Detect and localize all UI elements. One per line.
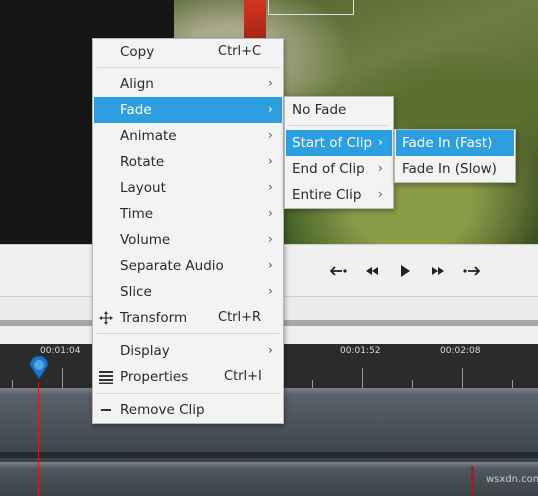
jump-start-button[interactable] [326,259,350,283]
jump-end-icon [463,266,481,276]
submenu-arrow-icon: › [268,102,273,116]
submenu-arrow-icon: › [378,161,383,175]
rewind-button[interactable] [360,259,384,283]
start-of-clip-submenu: Fade In (Fast) Fade In (Slow) [394,129,516,183]
ruler-tick [62,368,63,388]
menu-item-label: Layout [120,180,166,196]
menu-item-label: Rotate [120,154,165,170]
ruler-tick [12,380,13,388]
timeline-track[interactable] [0,462,538,496]
submenu-arrow-icon: › [378,135,383,149]
submenu-arrow-icon: › [268,128,273,142]
fade-submenu: No Fade Start of Clip › End of Clip › En… [284,96,394,209]
menu-item-volume[interactable]: Volume › [94,227,282,253]
menu-item-entire-clip[interactable]: Entire Clip › [286,182,392,208]
menu-separator [289,125,389,126]
menu-item-no-fade[interactable]: No Fade [286,97,392,123]
menu-item-layout[interactable]: Layout › [94,175,282,201]
menu-item-display[interactable]: Display › [94,338,282,364]
rewind-icon [366,267,378,275]
ruler-tick [312,380,313,388]
menu-item-label: Remove Clip [120,402,205,418]
menu-item-fade[interactable]: Fade › [94,97,282,123]
menu-separator [97,67,279,68]
menu-item-properties[interactable]: Properties Ctrl+I [94,364,282,390]
menu-item-label: Start of Clip [292,135,373,151]
playhead-icon[interactable] [28,356,50,380]
menu-item-shortcut: Ctrl+C [218,44,262,59]
menu-item-end-of-clip[interactable]: End of Clip › [286,156,392,182]
ruler-label: 00:01:04 [40,346,81,356]
menu-separator [97,333,279,334]
menu-item-label: Fade In (Fast) [402,135,493,151]
menu-item-label: No Fade [292,102,347,118]
menu-item-start-of-clip[interactable]: Start of Clip › [286,130,392,156]
play-icon [401,265,410,277]
menu-item-separate-audio[interactable]: Separate Audio › [94,253,282,279]
submenu-arrow-icon: › [268,232,273,246]
submenu-arrow-icon: › [378,187,383,201]
clip-context-menu: Copy Ctrl+C Align › Fade › Animate › Rot… [92,38,284,424]
playhead-line [38,382,39,496]
ruler-tick [512,380,513,388]
menu-item-label: Fade In (Slow) [402,161,497,177]
menu-item-fade-in-fast[interactable]: Fade In (Fast) [396,130,514,156]
menu-item-animate[interactable]: Animate › [94,123,282,149]
menu-item-label: Align [120,76,154,92]
submenu-arrow-icon: › [268,343,273,357]
submenu-arrow-icon: › [268,206,273,220]
menu-item-copy[interactable]: Copy Ctrl+C [94,39,282,65]
ruler-tick [362,368,363,388]
menu-item-transform[interactable]: Transform Ctrl+R [94,305,282,331]
move-arrows-icon [99,311,113,325]
menu-item-shortcut: Ctrl+I [224,369,262,384]
fast-forward-icon [432,267,444,275]
menu-item-slice[interactable]: Slice › [94,279,282,305]
submenu-arrow-icon: › [268,258,273,272]
menu-item-fade-in-slow[interactable]: Fade In (Slow) [396,156,514,182]
menu-item-align[interactable]: Align › [94,71,282,97]
submenu-arrow-icon: › [268,76,273,90]
submenu-arrow-icon: › [268,154,273,168]
menu-item-time[interactable]: Time › [94,201,282,227]
menu-item-label: Slice [120,284,152,300]
jump-start-icon [329,266,347,276]
ruler-tick [462,368,463,388]
menu-item-label: Properties [120,369,189,385]
play-button[interactable] [393,259,417,283]
menu-item-label: Animate [120,128,177,144]
ruler-label: 00:02:08 [440,346,481,356]
jump-end-button[interactable] [460,259,484,283]
menu-item-label: Transform [120,310,188,326]
ruler-tick [412,380,413,388]
clip-edge-marker[interactable] [471,466,474,496]
ruler-label: 00:01:52 [340,346,381,356]
minus-icon [101,409,111,411]
menu-item-label: Fade [120,102,152,118]
video-timecode-box [268,0,354,15]
fast-forward-button[interactable] [426,259,450,283]
menu-item-label: Time [120,206,154,222]
menu-item-label: End of Clip [292,161,365,177]
menu-item-label: Copy [120,44,155,60]
menu-item-shortcut: Ctrl+R [218,310,262,325]
menu-separator [97,393,279,394]
menu-item-label: Display [120,343,170,359]
watermark: wsxdn.com [486,474,538,485]
menu-item-label: Separate Audio [120,258,224,274]
submenu-arrow-icon: › [268,284,273,298]
menu-item-label: Volume [120,232,171,248]
submenu-arrow-icon: › [268,180,273,194]
menu-item-remove-clip[interactable]: Remove Clip [94,397,282,423]
menu-item-rotate[interactable]: Rotate › [94,149,282,175]
menu-item-label: Entire Clip [292,187,362,203]
list-lines-icon [99,371,113,384]
